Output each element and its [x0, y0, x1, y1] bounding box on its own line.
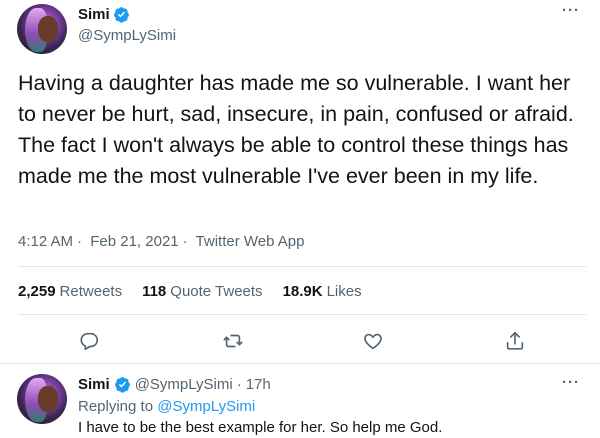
action-bar [0, 328, 600, 354]
stat-number: 118 [142, 283, 167, 300]
share-button[interactable] [502, 328, 528, 354]
reply-header: Simi @SympLySimi · 17h [78, 376, 271, 393]
retweet-button[interactable] [220, 328, 246, 354]
retweets-stat[interactable]: 2,259 Retweets [18, 283, 122, 300]
replying-to: Replying to @SympLySimi [78, 398, 255, 415]
share-icon [506, 331, 524, 350]
stat-number: 2,259 [18, 283, 56, 300]
author-name[interactable]: Simi [78, 376, 110, 393]
stat-number: 18.9K [282, 283, 323, 300]
avatar[interactable] [17, 374, 67, 424]
tweet-source[interactable]: Twitter Web App [196, 233, 305, 250]
replying-prefix: Replying to [78, 398, 154, 415]
more-options-icon[interactable]: ··· [562, 2, 580, 19]
tweet-date[interactable]: Feb 21, 2021 [90, 233, 178, 250]
quote-tweets-stat[interactable]: 118 Quote Tweets [142, 283, 262, 300]
retweet-icon [223, 334, 243, 348]
meta-separator: · [236, 376, 242, 393]
reply-text: I have to be the best example for her. S… [78, 419, 443, 436]
reply-icon [80, 332, 99, 351]
replying-to-link[interactable]: @SympLySimi [157, 398, 255, 415]
stat-label: Quote Tweets [170, 283, 263, 300]
avatar[interactable] [17, 4, 67, 54]
like-icon [364, 333, 382, 350]
meta-separator: · [77, 233, 83, 250]
divider [18, 314, 586, 315]
reply-button[interactable] [76, 328, 102, 354]
avatar-face [38, 386, 58, 412]
verified-badge-icon [114, 377, 130, 393]
author-handle[interactable]: @SympLySimi [135, 376, 233, 393]
like-button[interactable] [360, 328, 386, 354]
stat-label: Retweets [59, 283, 123, 300]
avatar-face [38, 16, 58, 42]
tweet-text: Having a daughter has made me so vulnera… [18, 71, 574, 188]
reply-age[interactable]: 17h [246, 376, 271, 393]
author-name[interactable]: Simi [78, 6, 110, 23]
divider [18, 266, 586, 267]
main-tweet: Simi @SympLySimi ··· Having a daughter h… [0, 0, 600, 364]
author-row: Simi [78, 6, 130, 23]
reply-tweet[interactable]: Simi @SympLySimi · 17h ··· Replying to @… [0, 364, 600, 438]
verified-badge-icon [113, 7, 129, 23]
tweet-stats: 2,259 Retweets 118 Quote Tweets 18.9K Likes [18, 283, 362, 300]
likes-stat[interactable]: 18.9K Likes [283, 283, 362, 300]
stat-label: Likes [326, 283, 362, 300]
tweet-meta: 4:12 AM · Feb 21, 2021 · Twitter Web App [18, 233, 308, 250]
meta-separator: · [182, 233, 188, 250]
more-options-icon[interactable]: ··· [562, 374, 580, 391]
tweet-time[interactable]: 4:12 AM [18, 233, 73, 250]
author-handle[interactable]: @SympLySimi [78, 27, 176, 44]
